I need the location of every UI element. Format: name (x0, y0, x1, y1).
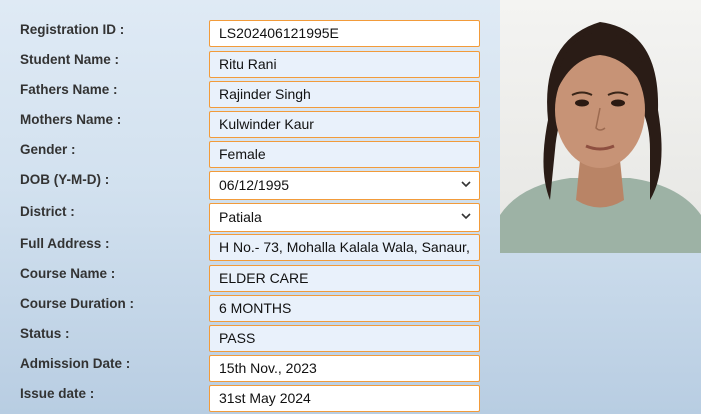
dob-select[interactable]: 06/12/1995 (209, 171, 480, 200)
dob-label: DOB (Y-M-D) : (20, 172, 110, 187)
course-name-label: Course Name : (20, 266, 116, 281)
form-row-issue-date: Issue date : 31st May 2024 (0, 0, 490, 412)
admission-date-label: Admission Date : (20, 356, 131, 371)
student-name-label: Student Name : (20, 52, 120, 67)
fathers-name-label: Fathers Name : (20, 82, 118, 97)
mothers-name-label: Mothers Name : (20, 112, 122, 127)
gender-label: Gender : (20, 142, 76, 157)
course-name-field[interactable]: ELDER CARE (209, 265, 480, 292)
district-select[interactable]: Patiala (209, 203, 480, 232)
student-photo (500, 0, 701, 253)
admission-date-field[interactable]: 15th Nov., 2023 (209, 355, 480, 382)
district-select-value: Patiala (219, 209, 262, 225)
fathers-name-field[interactable]: Rajinder Singh (209, 81, 480, 108)
status-field[interactable]: PASS (209, 325, 480, 352)
gender-field[interactable]: Female (209, 141, 480, 168)
status-label: Status : (20, 326, 70, 341)
chevron-down-icon[interactable] (461, 211, 471, 221)
course-duration-label: Course Duration : (20, 296, 135, 311)
issue-date-label: Issue date : (20, 386, 95, 401)
dob-select-value: 06/12/1995 (219, 177, 290, 193)
full-address-field[interactable]: H No.- 73, Mohalla Kalala Wala, Sanaur, (209, 234, 480, 261)
district-label: District : (20, 204, 75, 219)
issue-date-field[interactable]: 31st May 2024 (209, 385, 480, 412)
student-name-field[interactable]: Ritu Rani (209, 51, 480, 78)
chevron-down-icon[interactable] (461, 179, 471, 189)
mothers-name-field[interactable]: Kulwinder Kaur (209, 111, 480, 138)
course-duration-field[interactable]: 6 MONTHS (209, 295, 480, 322)
full-address-label: Full Address : (20, 236, 110, 251)
